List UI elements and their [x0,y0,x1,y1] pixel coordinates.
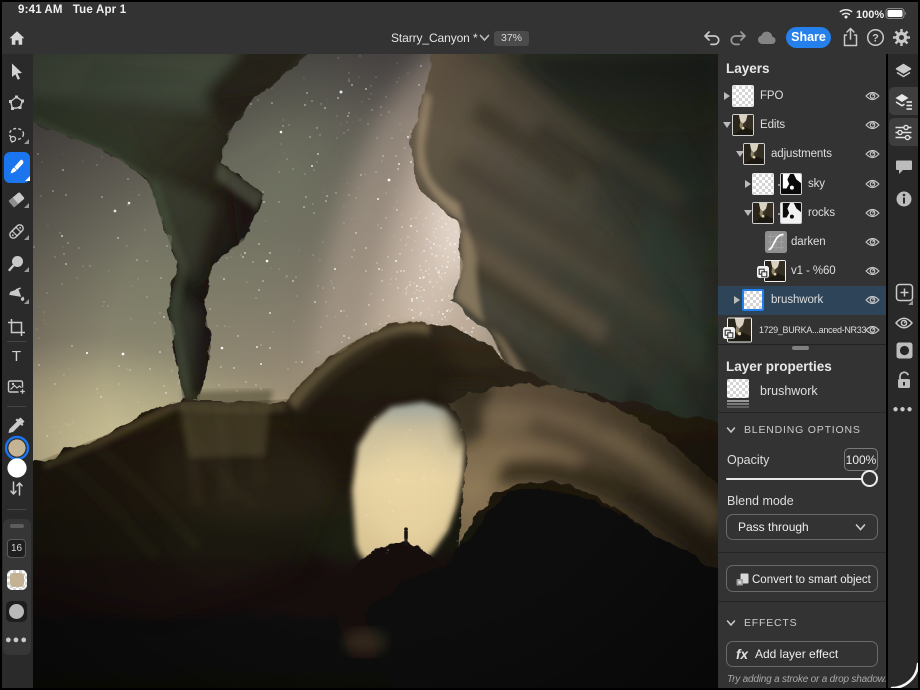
svg-text:?: ? [872,33,879,45]
svg-text:100%: 100% [856,9,884,21]
